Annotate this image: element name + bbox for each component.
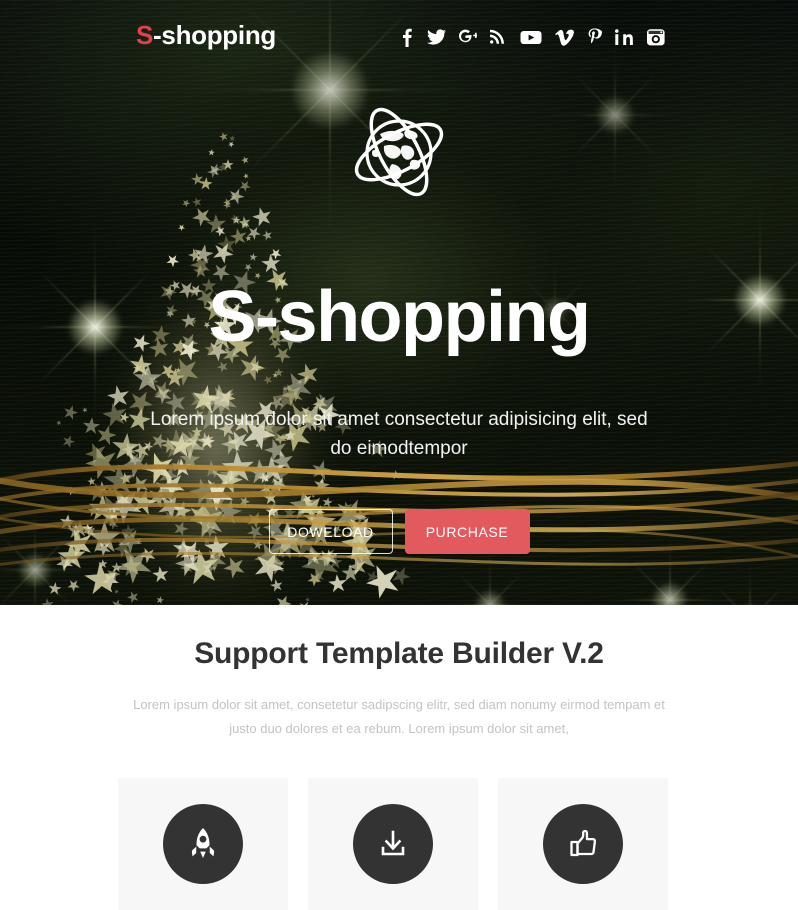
icon-circle [353,804,433,885]
download-button[interactable]: DOWELOAD [268,509,393,554]
rss-icon[interactable] [490,27,507,47]
features-section: Support Template Builder V.2 Lorem ipsum… [0,605,798,910]
hero-title: S-shopping [208,277,591,357]
top-bar: S-shopping [0,0,798,68]
facebook-icon[interactable] [399,27,414,47]
linkedin-icon[interactable] [615,27,633,47]
google-plus-icon[interactable] [459,27,479,47]
hero-subtitle: Lorem ipsum dolor sit amet consectetur a… [150,409,648,460]
feature-card-two[interactable]: Column two [308,778,478,910]
hero-section: S-shopping S-shopping Lorem ipsum dolor … [0,0,798,605]
vimeo-icon[interactable] [555,27,575,47]
section-title: Support Template Builder V.2 [194,637,604,670]
social-links [399,27,666,47]
rocket-icon [191,828,215,859]
instagram-icon[interactable] [646,27,666,47]
pinterest-icon[interactable] [587,27,602,47]
brand-accent-letter: S [136,20,154,50]
brand-logo[interactable]: S-shopping [136,20,276,51]
brand-name: -shopping [153,20,276,50]
feature-card-three[interactable]: Column three [498,778,668,910]
hero-content: S-shopping Lorem ipsum dolor sit amet co… [0,0,798,605]
twitter-icon[interactable] [427,27,447,47]
thumbs-up-icon [570,829,597,857]
feature-card-one[interactable]: Column one [118,778,288,910]
icon-circle [163,804,243,885]
youtube-icon[interactable] [520,27,542,47]
purchase-button[interactable]: PURCHASE [404,509,530,554]
section-description: Lorem ipsum dolor sit amet, consetetur s… [133,697,665,737]
download-icon [381,830,405,856]
feature-columns: Column one Column two [0,778,798,910]
icon-circle [543,804,623,885]
hero-buttons: DOWELOAD PURCHASE [0,509,798,554]
